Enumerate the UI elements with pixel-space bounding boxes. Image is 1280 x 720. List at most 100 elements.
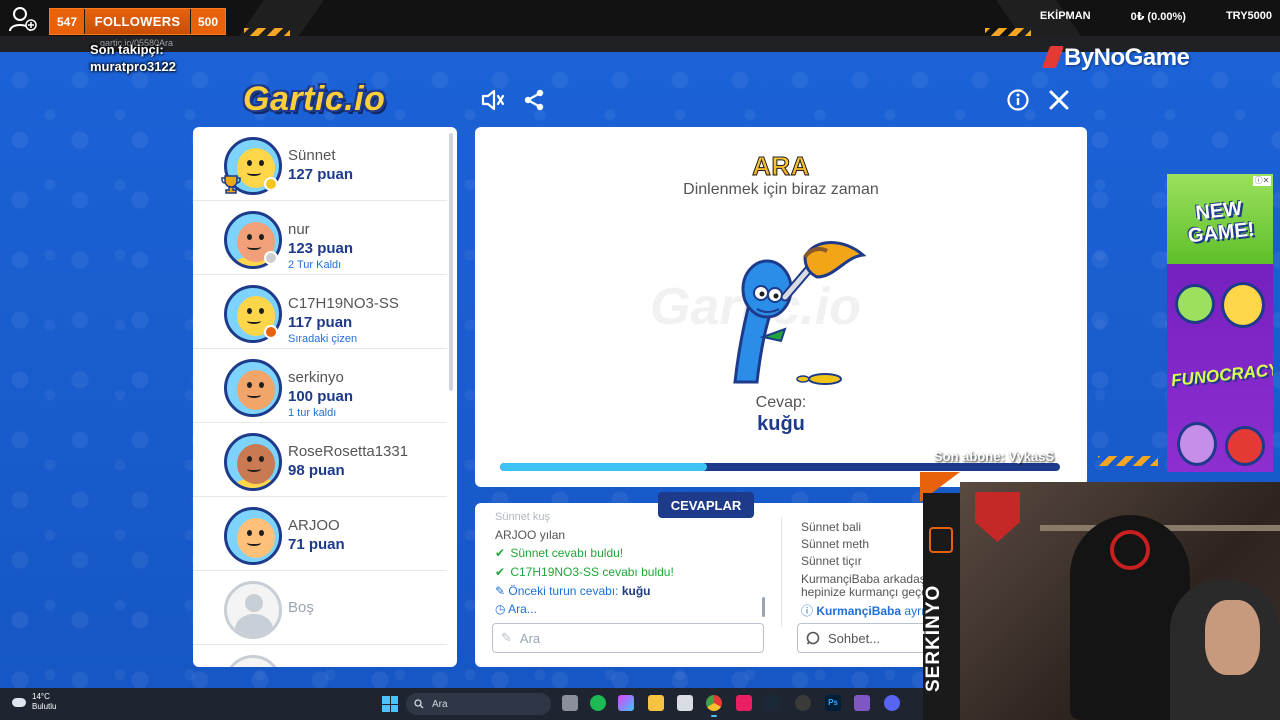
check-icon: ✔ bbox=[495, 565, 506, 579]
weather-widget[interactable]: 14°C Bulutlu bbox=[12, 692, 56, 712]
player-score: 123 puan bbox=[288, 240, 354, 257]
cloud-icon bbox=[12, 697, 26, 707]
brand-mark-icon bbox=[1041, 46, 1065, 68]
mascot-illustration bbox=[733, 241, 867, 385]
taskbar-search-text: Ara bbox=[432, 698, 448, 710]
chat-item-continued: hepinize kurmançı geçe bbox=[801, 585, 928, 599]
check-icon: ✔ bbox=[495, 546, 506, 560]
trophy-icon bbox=[221, 175, 241, 194]
ad-character-icon bbox=[1221, 282, 1265, 328]
chat-bubble-icon bbox=[806, 631, 820, 645]
app-icon[interactable] bbox=[854, 695, 870, 711]
windows-start-icon[interactable] bbox=[382, 696, 398, 712]
chat-user: KurmançiBaba bbox=[801, 572, 880, 586]
round-status-text: Ara... bbox=[508, 602, 537, 616]
last-follower-label: Son takipçi: bbox=[90, 42, 164, 57]
answer-input[interactable]: ✎ Ara bbox=[492, 623, 764, 653]
empty-slot-label: Boş bbox=[288, 599, 314, 616]
pencil-icon: ✎ bbox=[501, 630, 512, 645]
ad-character-icon bbox=[1225, 426, 1265, 466]
player-status-dot bbox=[264, 251, 278, 265]
player-score: 98 puan bbox=[288, 462, 345, 479]
empty-avatar-icon bbox=[224, 581, 282, 639]
taskbar-search[interactable]: Ara bbox=[406, 693, 551, 715]
player-name: nur bbox=[288, 221, 310, 238]
webcam-chair-logo bbox=[1110, 530, 1150, 570]
empty-player-slot bbox=[193, 645, 447, 667]
round-timer-fill bbox=[500, 463, 708, 471]
file-explorer-icon[interactable] bbox=[648, 695, 664, 711]
answer-correct: ✔ Sünnet cevabı buldu! bbox=[495, 546, 623, 560]
player-row[interactable]: Sünnet 127 puan bbox=[193, 127, 447, 201]
sound-icon[interactable] bbox=[479, 86, 507, 114]
pencil-icon: ✎ bbox=[495, 584, 506, 598]
player-status-dot bbox=[264, 177, 278, 191]
player-row[interactable]: serkinyo 100 puan 1 tur kaldı bbox=[193, 349, 447, 423]
obs-icon[interactable] bbox=[795, 695, 811, 711]
answer-correct: ✔ C17H19NO3-SS cevabı buldu! bbox=[495, 565, 674, 579]
player-avatar bbox=[224, 433, 282, 491]
players-panel: Sünnet 127 puan nur 123 puan 2 Tur Kaldı C17H… bbox=[193, 127, 457, 667]
previous-answer: ✎ Önceki turun cevabı: kuğu bbox=[495, 584, 650, 598]
brand-text: ByNoGame bbox=[1064, 44, 1190, 71]
game-board: ARA Dinlenmek için biraz zaman Gartic.io… bbox=[475, 127, 1087, 487]
spotify-icon[interactable] bbox=[590, 695, 606, 711]
photoshop-icon[interactable]: Ps bbox=[825, 695, 841, 711]
player-row[interactable]: nur 123 puan 2 Tur Kaldı bbox=[193, 201, 447, 275]
player-score: 71 puan bbox=[288, 536, 345, 553]
chat-user: Sünnet bbox=[801, 554, 840, 568]
player-score: 117 puan bbox=[288, 314, 353, 331]
chat-item: Sünnet meth bbox=[801, 537, 869, 551]
copilot-icon[interactable] bbox=[618, 695, 634, 711]
round-status: ◷ Ara... bbox=[495, 602, 537, 616]
webcam-face bbox=[1205, 600, 1260, 675]
chrome-icon[interactable] bbox=[706, 695, 722, 717]
player-row[interactable]: RoseRosetta1331 98 puan bbox=[193, 423, 447, 497]
task-view-icon[interactable] bbox=[562, 695, 578, 711]
chat-item: Sünnet tiçır bbox=[801, 554, 862, 568]
round-title: ARA bbox=[475, 151, 1087, 182]
stat-equipment: EKİPMAN bbox=[1039, 10, 1091, 22]
chat-system-item: ⓘ KurmançiBaba ayrı bbox=[801, 602, 924, 619]
answer-word: kuğu bbox=[757, 413, 805, 435]
answer-text: yılan bbox=[539, 528, 566, 542]
chat-user: KurmançiBaba bbox=[816, 604, 902, 618]
chat-text: tiçır bbox=[842, 554, 862, 568]
answer-item: ARJOO yılan bbox=[495, 528, 565, 542]
answers-tab[interactable]: CEVAPLAR bbox=[658, 492, 754, 518]
players-scrollbar[interactable] bbox=[449, 133, 453, 391]
player-name: RoseRosetta1331 bbox=[288, 443, 409, 460]
followers-goal: 500 bbox=[191, 9, 225, 34]
discord-icon[interactable] bbox=[884, 695, 900, 711]
empty-avatar-icon bbox=[224, 655, 282, 667]
answer-input-placeholder: Ara bbox=[519, 630, 541, 646]
close-icon[interactable] bbox=[1045, 86, 1073, 114]
ad-character-icon bbox=[1177, 422, 1217, 466]
gartic-logo[interactable]: Gartic.io bbox=[243, 80, 385, 119]
thumbs-up-icon bbox=[1175, 284, 1215, 324]
ad-title: FUNOCRACY bbox=[1170, 359, 1273, 391]
info-small-icon: ⓘ bbox=[801, 604, 814, 618]
info-icon[interactable] bbox=[1004, 86, 1032, 114]
streamer-name-strip: SERKİNYO bbox=[923, 493, 960, 720]
player-status-text: Sıradaki çizen bbox=[288, 333, 358, 345]
share-icon[interactable] bbox=[520, 86, 548, 114]
player-row[interactable]: C17H19NO3-SS 117 puan Sıradaki çizen bbox=[193, 275, 447, 349]
chat-text: bali bbox=[842, 520, 862, 534]
app-icon[interactable] bbox=[736, 695, 752, 711]
ad-close-icon[interactable]: ⓘ✕ bbox=[1253, 176, 1271, 186]
player-status-text: 1 tur kaldı bbox=[288, 407, 337, 419]
search-icon bbox=[414, 699, 424, 709]
followers-goal-bar: 547 FOLLOWERS 500 bbox=[49, 8, 226, 35]
player-row[interactable]: ARJOO 71 puan bbox=[193, 497, 447, 571]
player-status-text: 2 Tur Kaldı bbox=[288, 259, 342, 271]
answer-user: ARJOO bbox=[495, 528, 537, 542]
hazard-stripes bbox=[1098, 456, 1158, 466]
side-advertisement[interactable]: NEW GAME! FUNOCRACY ⓘ✕ bbox=[1167, 174, 1273, 472]
round-subtitle: Dinlenmek için biraz zaman bbox=[683, 181, 879, 198]
chat-user: Sünnet bbox=[801, 520, 840, 534]
steam-icon[interactable] bbox=[765, 695, 781, 711]
answers-scrollbar[interactable] bbox=[762, 597, 765, 617]
chat-text: meth bbox=[842, 537, 870, 551]
store-icon[interactable] bbox=[677, 695, 693, 711]
